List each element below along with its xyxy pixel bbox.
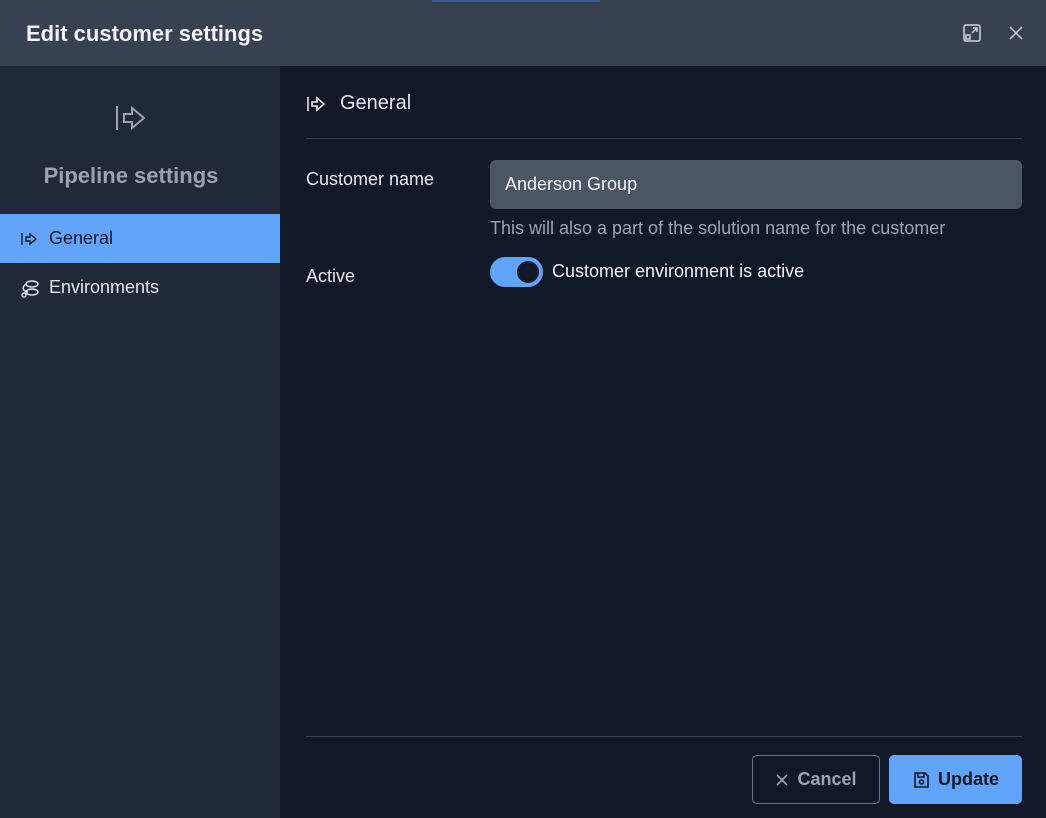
sidebar-item-environments[interactable]: Environments [0, 263, 280, 312]
cancel-button-label: Cancel [797, 769, 857, 789]
enter-arrow-icon [20, 229, 40, 249]
dialog-title: Edit customer settings [26, 21, 264, 46]
cancel-button[interactable]: Cancel [752, 755, 880, 804]
enter-arrow-icon [307, 95, 326, 112]
customer-name-input[interactable]: Anderson Group [490, 160, 1022, 209]
environments-icon [20, 278, 40, 298]
sidebar-item-label: General [49, 228, 114, 248]
enter-arrow-icon [113, 103, 149, 138]
active-label: Active [306, 266, 356, 286]
edit-customer-dialog: Edit customer settings Pipeline settings [0, 0, 1046, 818]
close-icon [776, 773, 789, 786]
footer-divider [306, 736, 1022, 737]
active-toggle[interactable] [490, 257, 543, 287]
update-button[interactable]: Update [889, 755, 1022, 804]
sidebar-item-label: Environments [49, 277, 160, 297]
sidebar-item-general[interactable]: General [0, 214, 280, 263]
maximize-button[interactable] [960, 21, 984, 45]
update-button-label: Update [937, 769, 999, 789]
toggle-knob [517, 261, 539, 283]
customer-name-value: Anderson Group [505, 174, 638, 194]
dialog-header: Edit customer settings [0, 0, 1046, 66]
top-accent-bar [432, 0, 600, 2]
section-title: General [340, 92, 412, 114]
save-icon [914, 771, 929, 788]
sidebar: Pipeline settings General Environments [0, 66, 280, 818]
close-button[interactable] [1004, 21, 1028, 45]
customer-name-hint: This will also a part of the solution na… [490, 218, 946, 238]
customer-name-label: Customer name [306, 169, 435, 189]
section-header: General [306, 92, 411, 115]
close-icon [1009, 26, 1023, 40]
sidebar-heading: Pipeline settings [43, 163, 219, 188]
section-divider [306, 138, 1022, 139]
active-toggle-label: Customer environment is active [552, 261, 805, 281]
maximize-icon [963, 24, 981, 42]
